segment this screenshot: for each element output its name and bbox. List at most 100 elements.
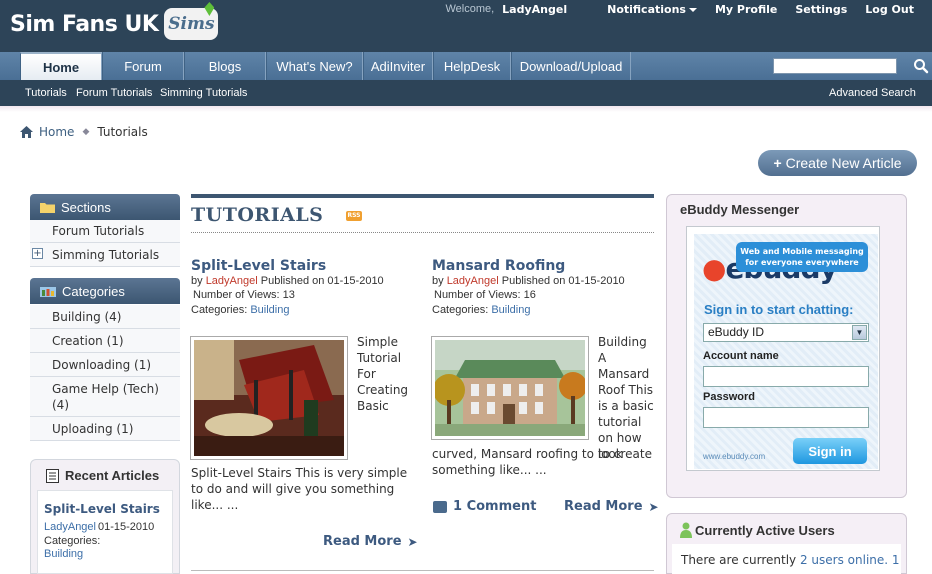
tab-download-upload[interactable]: Download/Upload — [511, 52, 631, 80]
password-label: Password — [703, 391, 755, 403]
arrow-right-icon: ➤ — [648, 499, 659, 514]
subnav-forum-tutorials[interactable]: Forum Tutorials — [76, 87, 152, 99]
title-divider — [191, 232, 654, 233]
recent-article-category[interactable]: Building — [44, 548, 83, 560]
comments-link[interactable]: 1 Comment — [433, 499, 536, 514]
article-thumbnail[interactable] — [190, 336, 348, 460]
category-item-label: Downloading (1) — [52, 357, 152, 372]
categories-header: Categories — [30, 278, 180, 304]
subnav-shadow — [0, 106, 932, 112]
read-more-link-2[interactable]: Read More ➤ — [564, 499, 659, 514]
ebuddy-signin-title: Sign in to start chatting: — [704, 302, 854, 317]
notifications-label: Notifications — [607, 2, 686, 16]
advanced-search-link[interactable]: Advanced Search — [829, 87, 916, 99]
article-author-link[interactable]: LadyAngel — [447, 275, 499, 287]
username-link[interactable]: LadyAngel — [502, 3, 567, 16]
tab-whats-new[interactable]: What's New? — [266, 52, 363, 80]
article-by: by — [191, 275, 203, 287]
arrow-right-icon: ➤ — [407, 534, 418, 549]
article-title-mansard-roofing[interactable]: Mansard Roofing — [432, 258, 565, 274]
nav-tabs: Home Forum Blogs What's New? AdiInviter … — [20, 52, 631, 80]
site-logo[interactable]: Sim Fans UK Sims — [10, 2, 219, 42]
article-category-link[interactable]: Building — [250, 304, 289, 316]
expand-plus-icon[interactable]: + — [32, 248, 43, 259]
section-item-label: Simming Tutorials — [52, 247, 160, 262]
ebuddy-account-type-select[interactable]: eBuddy ID ▼ — [703, 323, 869, 342]
category-item-label: Building (4) — [52, 309, 122, 324]
article-author-link[interactable]: LadyAngel — [206, 275, 258, 287]
categories-icon — [40, 287, 56, 297]
search-icon[interactable] — [912, 57, 930, 75]
recent-article-author[interactable]: LadyAngel — [44, 521, 96, 533]
site-header: Sim Fans UK Sims Welcome, LadyAngel Noti… — [0, 0, 932, 52]
category-item-label: Game Help (Tech) (4) — [52, 381, 159, 412]
article-side-text: Building A Mansard Roof This is a basic … — [598, 335, 654, 461]
active-users-text: There are currently 2 users online. 1 — [681, 553, 900, 567]
logo-text: Sim Fans UK — [10, 11, 159, 37]
article-side-text: Simple Tutorial For Creating Basic — [357, 335, 409, 413]
article-views: Number of Views: 16 — [434, 289, 536, 301]
category-item-uploading[interactable]: Uploading (1) — [30, 417, 180, 441]
tab-adiinviter[interactable]: AdiInviter — [363, 52, 433, 80]
document-icon — [46, 468, 59, 483]
ebuddy-title: eBuddy Messenger — [680, 202, 800, 217]
section-item-forum-tutorials[interactable]: Forum Tutorials — [30, 220, 180, 243]
ebuddy-site-link[interactable]: www.ebuddy.com — [703, 452, 765, 461]
active-users-link[interactable]: 2 users online. — [800, 553, 888, 567]
logout-link[interactable]: Log Out — [865, 3, 914, 16]
main-navbar: Home Forum Blogs What's New? AdiInviter … — [0, 52, 932, 80]
ebuddy-signin-button[interactable]: Sign in — [793, 438, 867, 464]
article-meta: by LadyAngel Published on 01-15-2010 — [191, 275, 384, 288]
notifications-link[interactable]: Notifications — [607, 3, 697, 16]
category-item-building[interactable]: Building (4) — [30, 305, 180, 329]
category-item-downloading[interactable]: Downloading (1) — [30, 353, 180, 377]
subnav-tutorials[interactable]: Tutorials — [25, 87, 67, 99]
article-categories: Categories: Building — [191, 304, 289, 317]
active-users-title: Currently Active Users — [695, 522, 835, 538]
category-item-creation[interactable]: Creation (1) — [30, 329, 180, 353]
article-title-split-level-stairs[interactable]: Split-Level Stairs — [191, 258, 326, 274]
section-item-simming-tutorials[interactable]: + Simming Tutorials — [30, 243, 180, 267]
active-users-header: Currently Active Users — [680, 522, 835, 538]
article-categories-label: Categories: — [191, 304, 248, 316]
user-icon — [680, 522, 692, 538]
folder-icon — [40, 203, 55, 213]
plus-icon: + — [773, 155, 782, 171]
password-input[interactable] — [703, 407, 869, 428]
read-more-link-1[interactable]: Read More ➤ — [323, 534, 418, 549]
category-item-game-help[interactable]: Game Help (Tech) (4) — [30, 377, 180, 417]
rss-icon[interactable]: RSS — [346, 211, 362, 221]
read-more-label: Read More — [564, 499, 643, 514]
tab-helpdesk[interactable]: HelpDesk — [433, 52, 511, 80]
settings-link[interactable]: Settings — [795, 3, 847, 16]
recent-article-title[interactable]: Split-Level Stairs — [44, 502, 160, 516]
ebuddy-robot-icon: ● — [702, 252, 726, 285]
breadcrumb-separator-icon: ◆ — [82, 127, 90, 137]
stairs-thumbnail-image — [194, 340, 344, 456]
account-name-input[interactable] — [703, 366, 869, 387]
my-profile-link[interactable]: My Profile — [715, 3, 777, 16]
article-thumbnail[interactable] — [431, 336, 589, 440]
breadcrumb-home[interactable]: Home — [39, 125, 74, 139]
caret-down-icon — [688, 7, 697, 12]
page-title: TUTORIALS — [191, 204, 324, 226]
tab-forum[interactable]: Forum — [102, 52, 184, 80]
tab-home[interactable]: Home — [20, 52, 102, 80]
search-input[interactable] — [773, 58, 897, 74]
recent-articles-header: Recent Articles — [46, 468, 159, 483]
article-excerpt: Split-Level Stairs This is very simple t… — [191, 466, 408, 512]
ebuddy-tagline: Web and Mobile messaging for everyone ev… — [736, 242, 868, 272]
create-article-button[interactable]: + Create New Article — [758, 150, 917, 176]
article-category-link[interactable]: Building — [491, 304, 530, 316]
recent-article-categories-label: Categories: — [44, 535, 101, 547]
article-excerpt: curved, Mansard roofing to look somethin… — [432, 447, 623, 477]
create-article-label: Create New Article — [785, 155, 902, 171]
category-item-label: Creation (1) — [52, 333, 124, 348]
comments-label: 1 Comment — [453, 499, 537, 514]
tab-blogs[interactable]: Blogs — [184, 52, 266, 80]
subnav-simming-tutorials[interactable]: Simming Tutorials — [160, 87, 247, 99]
article-published: Published on 01-15-2010 — [260, 275, 384, 287]
home-icon[interactable] — [20, 126, 33, 138]
recent-article-date: 01-15-2010 — [98, 521, 155, 533]
recent-articles-title: Recent Articles — [65, 468, 160, 483]
